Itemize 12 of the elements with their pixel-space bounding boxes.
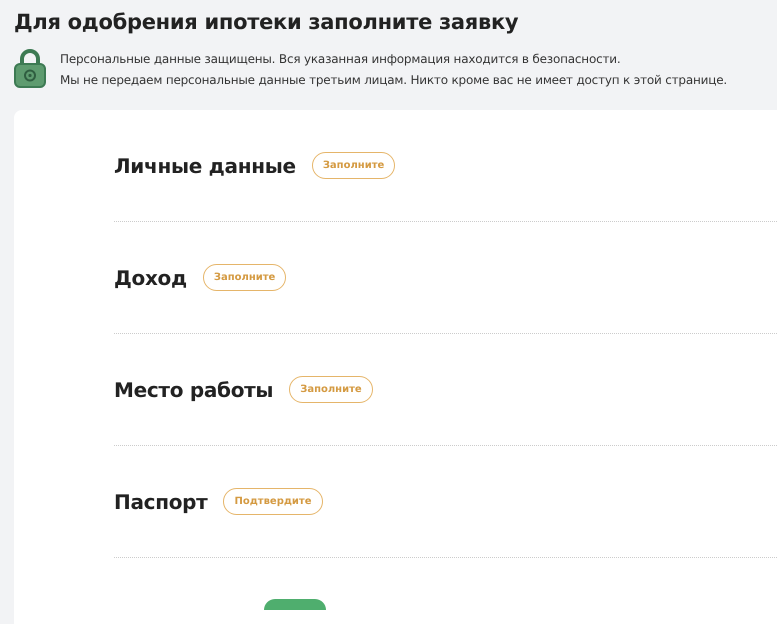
section-title: Доход	[114, 266, 187, 290]
section-title: Место работы	[114, 378, 274, 402]
status-badge: Подтвердите	[223, 488, 323, 515]
lock-icon	[14, 48, 46, 88]
page-title: Для одобрения ипотеки заполните заявку	[14, 10, 520, 34]
notice-text: Мы не передаем персональные данные третьим лицам. Никто кроме вас не имеет доступ к этой странице.	[60, 73, 727, 87]
status-badge: Заполните	[289, 376, 373, 403]
status-badge: Заполните	[312, 152, 396, 179]
section-title: Паспорт	[114, 490, 208, 514]
status-badge: Заполните	[202, 264, 286, 291]
notice-text: Персональные данные защищены. Вся указанная информация находится в безопасности.	[60, 52, 622, 66]
section-title: Личные данные	[114, 154, 296, 178]
